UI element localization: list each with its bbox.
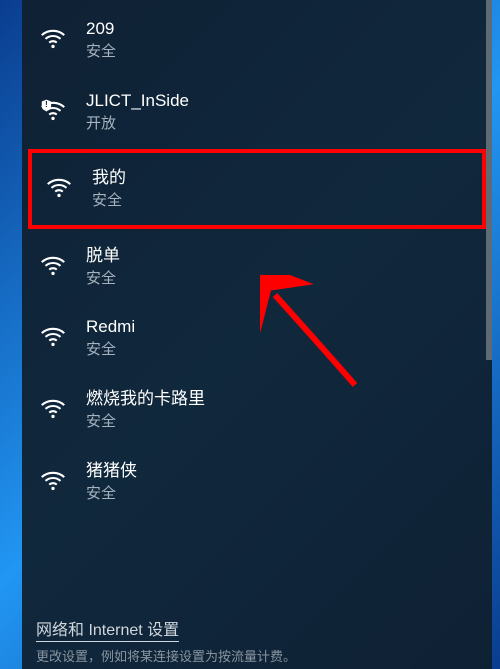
network-info: 209 安全 [86, 18, 116, 62]
network-item[interactable]: ! JLICT_InSide 开放 [22, 76, 492, 148]
network-item[interactable]: Redmi 安全 [22, 302, 492, 374]
svg-text:!: ! [45, 99, 48, 109]
network-item[interactable]: 209 安全 [22, 4, 492, 76]
network-item[interactable]: 猪猪侠 安全 [22, 446, 492, 518]
network-info: 猪猪侠 安全 [86, 460, 137, 504]
network-status: 安全 [86, 340, 135, 360]
network-name: 我的 [92, 167, 126, 189]
network-name: 209 [86, 18, 116, 40]
wifi-open-icon: ! [36, 92, 70, 126]
network-status: 开放 [86, 114, 189, 134]
settings-footer: 网络和 Internet 设置 更改设置，例如将某连接设置为按流量计费。 [22, 608, 492, 669]
network-name: Redmi [86, 316, 135, 338]
network-name: JLICT_InSide [86, 90, 189, 112]
network-status: 安全 [86, 412, 205, 432]
network-info: Redmi 安全 [86, 316, 135, 360]
wifi-secure-icon [36, 20, 70, 54]
network-item[interactable]: 脱单 安全 [22, 231, 492, 303]
network-name: 猪猪侠 [86, 460, 137, 482]
network-name: 脱单 [86, 245, 120, 267]
network-settings-link[interactable]: 网络和 Internet 设置 [36, 616, 179, 642]
network-item[interactable]: 燃烧我的卡路里 安全 [22, 374, 492, 446]
network-flyout-panel: 209 安全 ! JLICT_InSide 开放 [22, 0, 492, 669]
network-status: 安全 [86, 269, 120, 289]
network-info: 燃烧我的卡路里 安全 [86, 388, 205, 432]
network-list: 209 安全 ! JLICT_InSide 开放 [22, 0, 492, 608]
network-name: 燃烧我的卡路里 [86, 388, 205, 410]
wifi-secure-icon [36, 462, 70, 496]
network-info: 我的 安全 [92, 167, 126, 211]
network-info: 脱单 安全 [86, 245, 120, 289]
network-info: JLICT_InSide 开放 [86, 90, 189, 134]
settings-description: 更改设置，例如将某连接设置为按流量计费。 [36, 646, 478, 665]
network-status: 安全 [86, 484, 137, 504]
wifi-secure-icon [42, 169, 76, 203]
network-status: 安全 [92, 191, 126, 211]
wifi-secure-icon [36, 318, 70, 352]
network-status: 安全 [86, 42, 116, 62]
network-item-highlighted[interactable]: 我的 安全 [28, 149, 486, 229]
wifi-secure-icon [36, 247, 70, 281]
wifi-secure-icon [36, 390, 70, 424]
scrollbar-thumb[interactable] [486, 0, 492, 360]
